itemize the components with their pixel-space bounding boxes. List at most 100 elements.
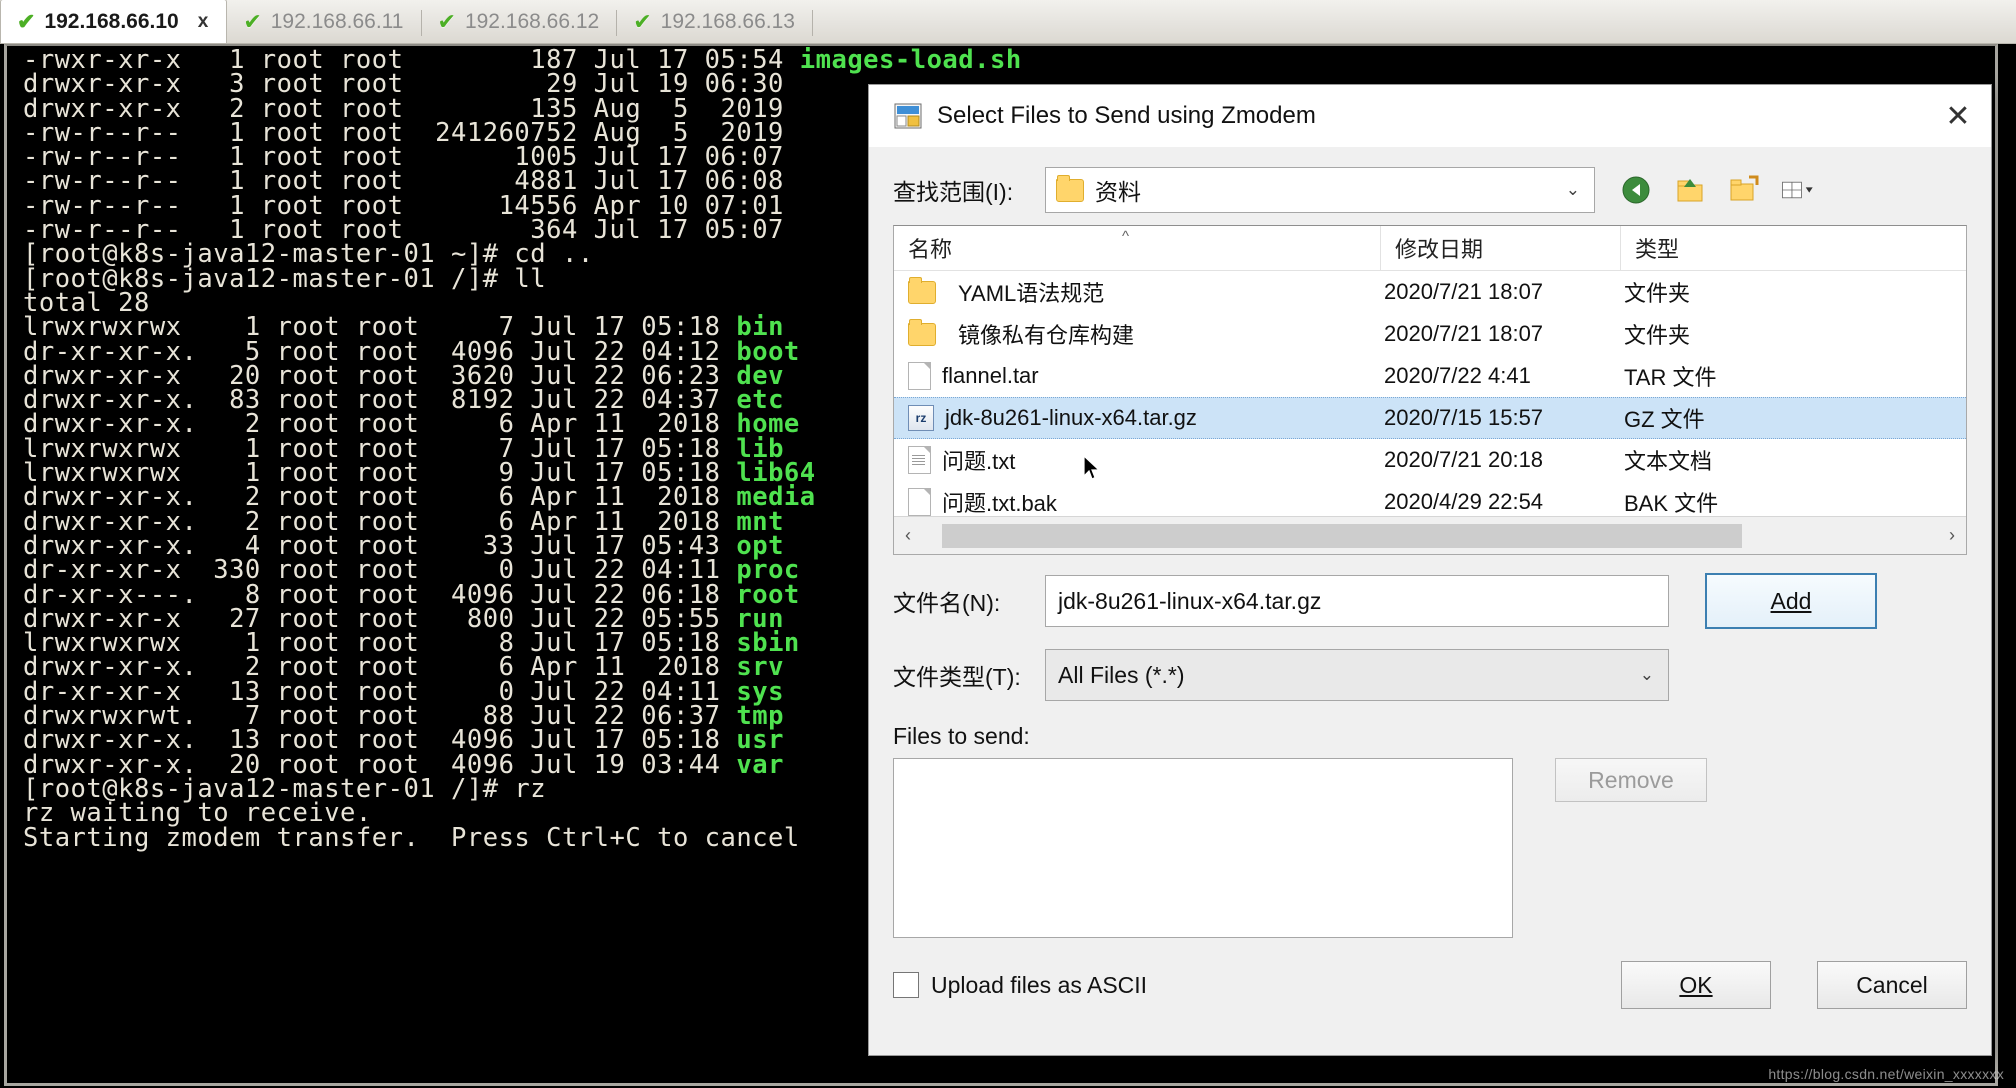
file-date-cell: 2020/7/21 20:18 [1380,447,1620,473]
checkbox-label: Upload files as ASCII [931,972,1147,999]
column-header-date[interactable]: 修改日期 [1380,226,1620,270]
folder-icon [908,323,936,346]
upload-as-ascii-checkbox[interactable]: Upload files as ASCII [893,972,1147,999]
back-icon[interactable] [1617,171,1655,209]
file-name-cell: 问题.txt.bak [894,486,1380,518]
tab-label: 192.168.66.12 [465,10,599,34]
cancel-button[interactable]: Cancel [1817,961,1967,1009]
add-button[interactable]: Add [1705,573,1877,629]
file-icon [908,362,931,390]
file-date-cell: 2020/7/22 4:41 [1380,363,1620,389]
look-in-label: 查找范围(I): [893,173,1045,207]
file-type-row: 文件类型(T): All Files (*.*) ⌄ [893,647,1967,703]
chevron-down-icon[interactable]: ⌄ [1566,180,1580,200]
file-type-cell: GZ 文件 [1620,402,1966,434]
file-date-cell: 2020/7/15 15:57 [1380,405,1620,431]
sort-ascending-icon: ^ [1122,228,1129,245]
file-date-cell: 2020/7/21 18:07 [1380,321,1620,347]
text-file-icon [908,446,931,474]
column-header-date-label: 修改日期 [1395,232,1483,264]
column-header-name[interactable]: 名称 ^ [894,226,1380,270]
up-folder-icon[interactable] [1671,171,1709,209]
dialog-body: 查找范围(I): 资料 ⌄ [869,147,1991,1010]
file-name-label: flannel.tar [942,363,1039,389]
file-name-cell: YAML语法规范 [894,276,1380,308]
file-date-cell: 2020/7/21 18:07 [1380,279,1620,305]
file-type-value: All Files (*.*) [1058,662,1185,689]
dialog-toolbar [1617,171,1817,209]
scrollbar-thumb[interactable] [942,524,1742,548]
file-row-1[interactable]: 镜像私有仓库构建 2020/7/21 18:07 文件夹 [894,313,1966,355]
look-in-value: 资料 [1095,173,1141,207]
scroll-left-icon[interactable]: ‹ [894,517,922,555]
tab-192-168-66-11[interactable]: ✔ 192.168.66.11 [227,1,421,43]
scrollbar-track[interactable] [922,517,1938,555]
file-row-0[interactable]: YAML语法规范 2020/7/21 18:07 文件夹 [894,271,1966,313]
close-icon[interactable]: ✕ [1925,85,1991,147]
tab-192-168-66-10[interactable]: ✔ 192.168.66.10 x [0,0,227,43]
connected-check-icon: ✔ [633,11,651,33]
dialog-title-bar[interactable]: Select Files to Send using Zmodem ✕ [869,85,1991,147]
tab-label: 192.168.66.13 [661,10,795,34]
file-name-label: 问题.txt.bak [942,486,1057,518]
close-icon[interactable]: x [198,11,209,33]
file-name-label: YAML语法规范 [958,276,1104,308]
session-tab-bar: ✔ 192.168.66.10 x ✔ 192.168.66.11 ✔ 192.… [0,0,2016,44]
chevron-down-icon[interactable]: ⌄ [1640,665,1654,685]
archive-icon: rz [908,405,934,431]
views-icon[interactable] [1779,171,1817,209]
look-in-row: 查找范围(I): 资料 ⌄ [893,147,1967,225]
file-name-label: 文件名(N): [893,584,1045,618]
file-name-cell: rz jdk-8u261-linux-x64.tar.gz [894,405,1380,431]
files-to-send-area: Remove [893,758,1967,938]
dialog-footer: Upload files as ASCII OK Cancel [893,960,1967,1010]
folder-icon [908,281,936,304]
file-name-row: 文件名(N): jdk-8u261-linux-x64.tar.gz Add [893,573,1967,629]
file-type-label: 文件类型(T): [893,658,1045,692]
tab-192-168-66-13[interactable]: ✔ 192.168.66.13 [617,1,813,43]
tab-192-168-66-12[interactable]: ✔ 192.168.66.12 [422,1,618,43]
file-list-header: 名称 ^ 修改日期 类型 [894,226,1966,271]
file-type-cell: 文件夹 [1620,276,1966,308]
new-folder-icon[interactable] [1725,171,1763,209]
connected-check-icon: ✔ [243,11,261,33]
look-in-combobox[interactable]: 资料 ⌄ [1045,167,1595,213]
folder-icon [1056,179,1084,202]
files-to-send-label: Files to send: [893,723,1967,750]
file-type-combobox[interactable]: All Files (*.*) ⌄ [1045,649,1669,701]
tab-label: 192.168.66.10 [44,10,178,34]
file-type-cell: BAK 文件 [1620,486,1966,518]
file-name-label: 镜像私有仓库构建 [958,318,1134,350]
tab-label: 192.168.66.11 [271,10,404,34]
file-list[interactable]: 名称 ^ 修改日期 类型 YAML语法规范 2020/7/21 18:07 文件… [893,225,1967,555]
connected-check-icon: ✔ [17,11,35,33]
connected-check-icon: ✔ [438,11,456,33]
remove-button[interactable]: Remove [1555,758,1707,802]
file-icon [908,488,931,516]
zmodem-window-icon [893,101,923,131]
file-name-label: jdk-8u261-linux-x64.tar.gz [945,405,1197,431]
file-name-input[interactable]: jdk-8u261-linux-x64.tar.gz [1045,575,1669,627]
column-header-type[interactable]: 类型 [1620,226,1966,270]
ok-button[interactable]: OK [1621,961,1771,1009]
file-type-cell: TAR 文件 [1620,360,1966,392]
dialog-title: Select Files to Send using Zmodem [937,102,1316,130]
file-date-cell: 2020/4/29 22:54 [1380,489,1620,515]
file-name-cell: 镜像私有仓库构建 [894,318,1380,350]
file-type-cell: 文本文档 [1620,444,1966,476]
file-row-3-selected[interactable]: rz jdk-8u261-linux-x64.tar.gz 2020/7/15 … [894,397,1966,439]
file-name-label: 问题.txt [942,444,1015,476]
files-to-send-list[interactable] [893,758,1513,938]
watermark: https://blog.csdn.net/weixin_xxxxxxx [1768,1066,2004,1082]
file-name-cell: flannel.tar [894,362,1380,390]
scroll-right-icon[interactable]: › [1938,517,1966,555]
file-row-2[interactable]: flannel.tar 2020/7/22 4:41 TAR 文件 [894,355,1966,397]
checkbox-box[interactable] [893,972,919,998]
select-files-dialog: Select Files to Send using Zmodem ✕ 查找范围… [868,84,1992,1056]
column-header-name-label: 名称 [908,232,952,264]
file-type-cell: 文件夹 [1620,318,1966,350]
horizontal-scrollbar[interactable]: ‹ › [894,516,1966,554]
column-header-type-label: 类型 [1635,232,1679,264]
file-name-cell: 问题.txt [894,444,1380,476]
file-row-4[interactable]: 问题.txt 2020/7/21 20:18 文本文档 [894,439,1966,481]
